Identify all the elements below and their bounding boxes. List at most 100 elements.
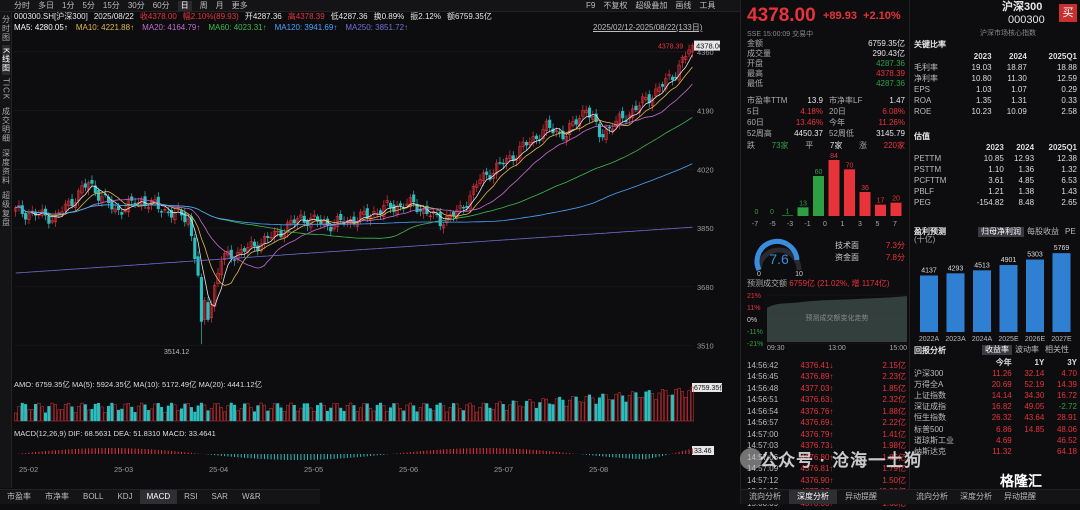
mid-tab-0[interactable]: 流向分析 <box>741 490 789 504</box>
side-tab-1[interactable]: K线图 <box>1 45 11 76</box>
pe-row-val1: 13.9 <box>807 96 823 105</box>
volume-bar <box>186 403 190 422</box>
key-ratio-col-3: 2025Q1 <box>1048 51 1077 61</box>
candle <box>587 105 592 123</box>
candle <box>408 194 412 213</box>
side-tab-3[interactable]: 成交明细 <box>2 104 11 146</box>
volume-bar <box>637 397 641 422</box>
price-change: +89.93 +2.10% <box>823 11 901 22</box>
valuation-row: PEG -154.82 8.48 2.65 <box>914 198 1077 209</box>
candle <box>660 81 665 92</box>
period-tab-5[interactable]: 30分 <box>128 1 145 10</box>
toolbar-item-0[interactable]: F9 <box>586 1 595 10</box>
return-cell: 沪深300 <box>914 368 944 378</box>
volume-bar <box>176 410 180 422</box>
period-tab-10[interactable]: 更多 <box>232 1 248 10</box>
indicator-tab-2[interactable]: BOLL <box>76 490 110 504</box>
return-cell: 16.72 <box>1056 390 1077 400</box>
period-tab-1[interactable]: 多日 <box>38 1 54 10</box>
d60-row-key1: 60日 <box>747 118 764 127</box>
mid-tab-2[interactable]: 异动提醒 <box>837 490 885 504</box>
period-tab-4[interactable]: 15分 <box>103 1 120 10</box>
side-tab-5[interactable]: 超级复盘 <box>2 188 11 230</box>
indicator-tab-0[interactable]: 市盈率 <box>0 490 38 504</box>
valuation-col-0 <box>914 142 963 153</box>
return-tab-1[interactable]: 波动率 <box>1012 345 1042 355</box>
return-cell: 20.69 <box>991 379 1012 389</box>
key-ratio-cell: 19.03 <box>971 62 992 72</box>
right-bottom-tab-2[interactable]: 异动提醒 <box>998 490 1042 504</box>
return-cell: 11.26 <box>992 368 1012 378</box>
volume-bar <box>455 403 459 422</box>
date-range[interactable]: 2025/02/12-2025/08/22(133日) <box>593 24 702 32</box>
toolbar-item-1[interactable]: 不复权 <box>603 1 627 10</box>
toolbar-item-4[interactable]: 工具 <box>699 1 715 10</box>
right-bottom-tab-0[interactable]: 流向分析 <box>910 490 954 504</box>
valuation-cell: 12.38 <box>1056 153 1077 163</box>
key-ratio-col-2: 2024 <box>1009 51 1027 61</box>
period-tab-2[interactable]: 1分 <box>62 1 74 10</box>
candle <box>219 256 223 280</box>
price-tick-1: 4190 <box>697 107 714 116</box>
indicator-tab-6[interactable]: SAR <box>205 490 235 504</box>
period-tab-9[interactable]: 月 <box>216 1 224 10</box>
buy-button[interactable]: 买 <box>1059 4 1077 22</box>
toolbar-item-3[interactable]: 画线 <box>675 1 691 10</box>
candle-body <box>498 162 502 164</box>
indicator-tab-7[interactable]: W&R <box>235 490 268 504</box>
return-cell: 4.69 <box>996 435 1012 445</box>
side-tab-0[interactable]: 分时图 <box>2 12 11 45</box>
period-tab-8[interactable]: 周 <box>200 1 208 10</box>
volume-bar <box>624 401 628 422</box>
profit-tab-2[interactable]: PE <box>1062 227 1079 237</box>
indicator-tab-5[interactable]: RSI <box>177 490 204 504</box>
indicator-tab-3[interactable]: KDJ <box>110 490 139 504</box>
period-tab-7[interactable]: 日 <box>177 0 192 11</box>
side-tab-2[interactable]: TICK <box>2 75 11 103</box>
indicator-tab-4[interactable]: MACD <box>139 490 178 504</box>
side-tab-4[interactable]: 深度资料 <box>2 146 11 188</box>
score-max: 10 <box>795 271 803 276</box>
profit-tab-1[interactable]: 每股收益 <box>1024 227 1062 237</box>
d60-row-left: 60日 13.46% <box>747 119 823 127</box>
distribution-value: 17 <box>877 198 885 205</box>
key-ratio-row: ROE 10.23 10.09 2.58 <box>914 107 1077 118</box>
volume-bar <box>518 405 522 422</box>
return-col-2: 1Y <box>1034 357 1045 367</box>
valuation-cell: PETTM <box>914 153 942 163</box>
tick-row: 14:57:12 4376.90↑ 1.50亿 <box>747 475 909 487</box>
distribution-label: -7 <box>752 221 758 228</box>
profit-tab-0[interactable]: 归母净利润 <box>978 227 1024 237</box>
mid-tab-1[interactable]: 深度分析 <box>789 490 837 504</box>
candle-body <box>233 259 237 261</box>
d60-row-right: 今年 11.26% <box>829 119 905 127</box>
open-label: 开4287.36 <box>244 12 282 21</box>
period-tab-6[interactable]: 60分 <box>153 1 170 10</box>
period-tab-3[interactable]: 5分 <box>82 1 94 10</box>
candle <box>203 297 207 325</box>
toolbar-item-2[interactable]: 超级叠加 <box>635 1 667 10</box>
volume-bar <box>292 404 296 422</box>
candle-body <box>670 76 674 81</box>
candle <box>518 141 522 162</box>
return-tab-2[interactable]: 相关性 <box>1042 345 1072 355</box>
candle <box>339 210 343 225</box>
right-bottom-tab-1[interactable]: 深度分析 <box>954 490 998 504</box>
pred-tick-1: 11% <box>747 305 761 312</box>
indicator-tab-1[interactable]: 市净率 <box>38 490 76 504</box>
key-ratio-cell: 18.87 <box>1006 62 1027 72</box>
volume-bar <box>316 405 320 422</box>
price-tick-4: 3680 <box>697 283 714 292</box>
candlestick-chart[interactable]: 4360419040203850368035104378.004378.3935… <box>14 34 740 474</box>
key-ratio-cell: 0.33 <box>1061 96 1077 106</box>
return-col-3: 3Y <box>1067 357 1077 367</box>
pred-hint: 预测成交额变化走势 <box>806 313 869 322</box>
volume-bar <box>538 402 542 422</box>
pred-tick-2: 0% <box>747 317 757 324</box>
period-tab-0[interactable]: 分时 <box>14 1 30 10</box>
pred-xlabel-1: 13:00 <box>828 345 846 350</box>
volume-bar <box>183 403 187 422</box>
return-tab-0[interactable]: 收益率 <box>982 345 1012 355</box>
volume-bar <box>219 407 223 422</box>
amplitude-label: 振2.12% <box>410 12 441 21</box>
